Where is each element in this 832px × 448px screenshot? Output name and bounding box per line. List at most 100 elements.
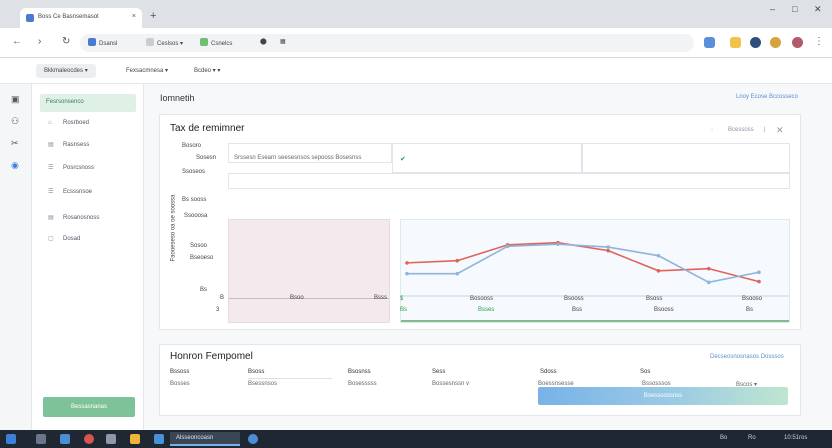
profile-icon[interactable] bbox=[770, 37, 781, 48]
series-1-point[interactable] bbox=[706, 266, 711, 271]
series-2-point[interactable] bbox=[656, 253, 661, 258]
right-x-sublabel-4: Bsooss bbox=[654, 307, 674, 313]
sidebar-primary-button[interactable]: Bessasnanas bbox=[43, 397, 135, 417]
series-2-point[interactable] bbox=[505, 244, 510, 249]
grid-icon[interactable]: ▦ bbox=[280, 38, 286, 45]
series-line-1 bbox=[406, 241, 760, 283]
row-label-2: Sosesn bbox=[196, 155, 217, 161]
back-icon[interactable]: ← bbox=[12, 36, 22, 47]
timeline-divider bbox=[248, 378, 332, 379]
bookmarks-bar: Bkkmaleocdes ▾ Fexsacmnesa ▾ Bcdeo ▾ ▾ bbox=[0, 58, 832, 84]
tab-close-icon[interactable]: × bbox=[132, 13, 136, 20]
account-icon[interactable] bbox=[750, 37, 761, 48]
row-label-1: Bosoro bbox=[182, 143, 202, 149]
sidebar-item-1[interactable]: ⌂ Rosrboed bbox=[48, 120, 89, 126]
taskbar-folder-icon[interactable] bbox=[130, 434, 140, 444]
timeline-card-link[interactable]: Decseosnosnasos Dosssos bbox=[710, 354, 784, 360]
sidebar-item-4[interactable]: ☰ Ecsssnsoe bbox=[48, 188, 92, 195]
series-2-point[interactable] bbox=[455, 271, 460, 276]
omnibox-chip-2[interactable]: Ceslsos ▾ bbox=[146, 38, 183, 47]
right-x-sublabel-5: Bs bbox=[746, 307, 754, 313]
series-2-point[interactable] bbox=[556, 242, 560, 246]
tray-item-1[interactable]: Bo bbox=[720, 435, 727, 441]
bookmark-item-3[interactable]: Bcdeo ▾ ▾ bbox=[186, 64, 228, 78]
tab-favicon-icon bbox=[26, 14, 34, 22]
start-icon[interactable] bbox=[6, 434, 16, 444]
timeline-cell-3: Bosesssss bbox=[348, 381, 377, 387]
timeline-progress-bar: Bsessoossnss bbox=[538, 387, 788, 405]
browser-tab-active[interactable]: Boss Ce Basnsemasot × bbox=[20, 8, 142, 28]
right-x-start: $ bbox=[400, 296, 404, 302]
timeline-header-2: Bsoss bbox=[248, 369, 265, 375]
sidebar-header[interactable]: Fesrsonsenco bbox=[40, 94, 136, 112]
omnibox-chip-1[interactable]: Dsansl bbox=[88, 38, 117, 47]
timeline-header-5: Sdoss bbox=[540, 369, 557, 375]
taskbar-settings-icon[interactable] bbox=[106, 434, 116, 444]
chart-card-close-icon[interactable]: ✕ bbox=[776, 125, 784, 136]
rail-help-icon[interactable]: ◉ bbox=[11, 160, 19, 171]
series-1-point[interactable] bbox=[405, 261, 409, 265]
series-2-point[interactable] bbox=[757, 270, 761, 275]
rail-tools-icon[interactable]: ✂ bbox=[11, 138, 19, 149]
right-x-label-1: Bosooss bbox=[470, 296, 494, 302]
star-icon[interactable]: ⬤ bbox=[260, 38, 267, 45]
y-label-4: Bs bbox=[200, 287, 208, 293]
series-2-point[interactable] bbox=[606, 245, 610, 249]
empty-cell bbox=[582, 143, 790, 173]
series-2-point[interactable] bbox=[706, 280, 711, 285]
series-1-point[interactable] bbox=[757, 279, 761, 284]
taskbar-app-icon[interactable] bbox=[84, 434, 94, 444]
sidebar-item-5[interactable]: ▤ Rosanosnoss bbox=[48, 214, 99, 221]
rail-inbox-icon[interactable]: ▣ bbox=[11, 94, 20, 105]
timeline-cell-4[interactable]: Bossesnssn v bbox=[432, 381, 469, 387]
timeline-cell-2: Bsessnsos bbox=[248, 381, 278, 387]
avatar[interactable] bbox=[792, 37, 803, 48]
chart-axis-label: Faooeseso oa oe soossa bbox=[170, 194, 177, 262]
search-field-text: Srssesn Esearn seesesnsos sepooss Bosesn… bbox=[234, 155, 362, 161]
sidebar-item-6[interactable]: ▢ Dosad bbox=[48, 235, 80, 242]
divider-row bbox=[228, 173, 790, 189]
taskbar-browser-icon[interactable] bbox=[60, 434, 70, 444]
omnibox-chip-3[interactable]: Csnelcs bbox=[200, 38, 232, 47]
bookmark-folder-icon[interactable] bbox=[730, 37, 741, 48]
series-line-2 bbox=[407, 243, 760, 284]
timeline-header-1: Bssoss bbox=[170, 369, 190, 375]
window-close-button[interactable]: ✕ bbox=[814, 4, 822, 15]
reload-icon[interactable]: ↻ bbox=[62, 36, 70, 47]
address-bar[interactable]: Dsansl Ceslsos ▾ Csnelcs ⬤ ▦ bbox=[80, 34, 694, 52]
list-icon: ☰ bbox=[48, 189, 54, 195]
tray-item-2[interactable]: Ro bbox=[748, 435, 756, 441]
series-1-point[interactable] bbox=[656, 269, 661, 273]
browser-titlebar: Boss Ce Basnsemasot × + – □ ✕ bbox=[0, 0, 832, 28]
row-label-4: Bs sooss bbox=[182, 197, 207, 203]
x-label-3: Bsss bbox=[374, 295, 388, 301]
menu-kebab-icon[interactable]: ⋮ bbox=[814, 36, 824, 47]
plot-left-baseline bbox=[229, 298, 389, 299]
taskbar-active-app[interactable]: Alsseoncoasn bbox=[170, 432, 240, 446]
forward-icon[interactable]: › bbox=[38, 36, 41, 47]
x-label-1: B bbox=[220, 295, 225, 301]
chart-plot-right bbox=[400, 219, 790, 323]
page-header-link[interactable]: Lnoy Ecose Bccosseco bbox=[736, 94, 798, 100]
taskbar-chrome-icon[interactable] bbox=[248, 434, 258, 444]
timeline-header-3: Bsosnss bbox=[348, 369, 371, 375]
extension-icon[interactable] bbox=[704, 37, 715, 48]
check-icon: ✔ bbox=[400, 156, 406, 163]
window-minimize-button[interactable]: – bbox=[770, 4, 775, 14]
taskbar-mail-icon[interactable] bbox=[154, 434, 164, 444]
series-1-point[interactable] bbox=[455, 258, 460, 263]
bookmark-item-2[interactable]: Fexsacmnesa ▾ bbox=[118, 64, 176, 78]
taskbar-files-icon[interactable] bbox=[36, 434, 46, 444]
sidebar-item-2[interactable]: ▤ Rasnsess bbox=[48, 141, 89, 148]
window-maximize-button[interactable]: □ bbox=[792, 4, 797, 14]
bookmark-item-1[interactable]: Bkkmaleocdes ▾ bbox=[36, 64, 96, 78]
chart-card-control[interactable]: Bcessoss bbox=[728, 127, 754, 133]
y-label-5: 3 bbox=[216, 307, 220, 313]
series-2-point[interactable] bbox=[405, 271, 409, 276]
new-tab-button[interactable]: + bbox=[150, 10, 156, 22]
sidebar-item-3[interactable]: ☰ Posrcsnoss bbox=[48, 164, 94, 171]
refresh-icon[interactable]: ◌ bbox=[710, 127, 714, 133]
folder-icon bbox=[200, 38, 208, 46]
rail-people-icon[interactable]: ⚇ bbox=[11, 116, 19, 127]
series-1-point[interactable] bbox=[606, 248, 610, 253]
